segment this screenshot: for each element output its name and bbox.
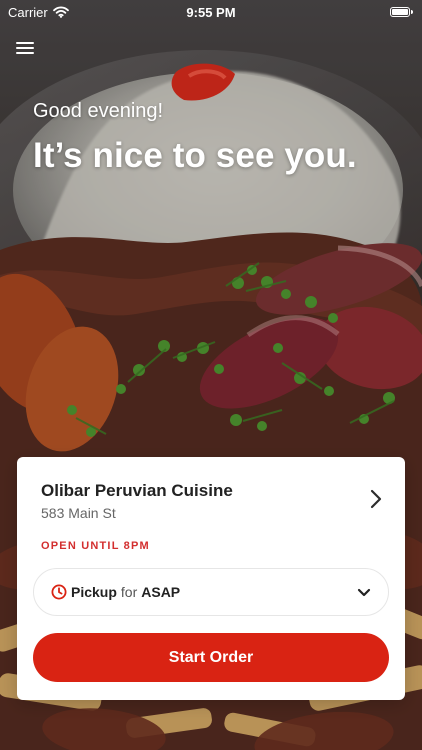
start-order-button[interactable]: Start Order [33,633,389,682]
chevron-down-icon [357,588,371,597]
restaurant-name: Olibar Peruvian Cuisine [41,481,233,500]
menu-line [16,52,34,54]
battery-tip [411,10,413,14]
chevron-right-icon[interactable] [368,489,384,509]
battery-icon [390,7,413,17]
status-bar: Carrier 9:55 PM [0,0,422,24]
order-time: ASAP [141,584,181,600]
restaurant-order-card: Olibar Peruvian Cuisine 583 Main St OPEN… [17,457,405,700]
headline-text: It’s nice to see you. [33,136,357,175]
wifi-icon [52,6,69,18]
menu-line [16,42,34,44]
battery-fill [392,9,408,15]
open-hours-status: OPEN UNTIL 8PM [41,540,150,552]
carrier-name: Carrier [8,4,48,20]
order-selection-label: Pickup for ASAP [71,584,180,600]
menu-line [16,47,34,49]
clock-icon [51,584,67,600]
restaurant-address: 583 Main St [41,505,116,521]
status-time: 9:55 PM [186,4,236,20]
pickup-time-selector[interactable]: Pickup for ASAP [33,568,389,616]
order-type: Pickup [71,584,117,600]
app-screen: Carrier 9:55 PM Good evening! It’s nice … [0,0,422,750]
greeting-text: Good evening! [33,100,164,122]
hamburger-menu-icon[interactable] [16,39,36,57]
carrier-signal-group: Carrier [8,5,69,20]
order-connector: for [120,584,138,600]
